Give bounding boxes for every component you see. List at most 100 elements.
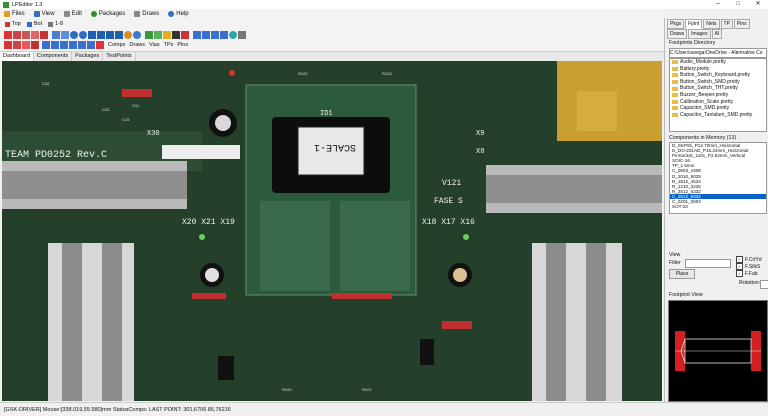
list-item[interactable]: Audio_Module.pretty xyxy=(670,59,766,66)
silk-c32: C32 xyxy=(42,81,50,86)
zoom-out-icon[interactable] xyxy=(79,31,87,39)
pcb-canvas[interactable]: TEAM PD0252 Rev.C X30 V121 FASE S X20 X2… xyxy=(2,61,662,401)
minimize-button[interactable]: – xyxy=(708,0,728,9)
list-item[interactable]: Battery.pretty xyxy=(670,66,766,73)
tab-packages[interactable]: Packages xyxy=(72,52,104,61)
rotation-input[interactable] xyxy=(760,280,768,289)
tab-nets[interactable]: Nets xyxy=(703,19,720,29)
list-item[interactable]: Button_Switch_THT.pretty xyxy=(670,85,766,92)
x-ray-icon[interactable] xyxy=(42,41,50,49)
toggle-comps[interactable]: Comps xyxy=(108,42,125,48)
tab-testpoints[interactable]: TestPoints xyxy=(103,52,136,61)
folder-icon xyxy=(672,86,678,91)
fsilks-checkbox[interactable]: ✓ F.SilkS xyxy=(736,263,760,270)
list-item[interactable]: Capacitor_SMD.pretty xyxy=(670,105,766,112)
layer-bot-icon xyxy=(26,21,32,27)
menu-view[interactable]: View xyxy=(33,10,55,17)
flip-icon[interactable] xyxy=(60,41,68,49)
list-item[interactable]: Buzzer_Beeper.pretty xyxy=(670,92,766,99)
pins-icon[interactable] xyxy=(202,31,210,39)
pcb-icon[interactable] xyxy=(145,31,153,39)
open-file-icon[interactable] xyxy=(13,31,21,39)
ffab-checkbox[interactable]: ✓ F.Fab xyxy=(736,270,758,277)
maximize-button[interactable]: □ xyxy=(728,0,748,9)
mirror-icon[interactable] xyxy=(51,41,59,49)
document-tabs: Dashboard Components Packages TestPoints xyxy=(0,52,664,61)
arrow-up-icon[interactable] xyxy=(106,31,114,39)
close-button[interactable]: ✕ xyxy=(748,0,768,9)
align-left-icon[interactable] xyxy=(52,31,60,39)
tab-ai[interactable]: AI xyxy=(711,29,723,39)
silk-r221: R221 xyxy=(362,387,372,392)
menu-edit[interactable]: Edit xyxy=(63,10,82,17)
grid-icon[interactable] xyxy=(154,31,162,39)
tab-dashboard[interactable]: Dashboard xyxy=(0,52,34,61)
list-item[interactable]: Button_Switch_SMD.pretty xyxy=(670,79,766,86)
list-item[interactable]: Button_Switch_Keyboard.pretty xyxy=(670,72,766,79)
tab-pins[interactable]: Pins xyxy=(733,19,750,29)
arrow-down-icon[interactable] xyxy=(115,31,123,39)
list-item[interactable]: Calibration_Scale.pretty xyxy=(670,99,766,106)
layer-top-button[interactable]: Top xyxy=(12,21,21,27)
align-center-icon[interactable] xyxy=(61,31,69,39)
footprint-path-field[interactable]: C:\Users\avega\OneDrive - Alternative Co xyxy=(669,48,767,58)
toggle-draws[interactable]: Draws xyxy=(129,42,145,48)
view-eye-icon[interactable] xyxy=(229,31,237,39)
fcrtyd-checkbox[interactable]: ✓ F.CrtYd xyxy=(736,256,762,263)
hide-icon[interactable] xyxy=(238,31,246,39)
tab-tp[interactable]: TP xyxy=(720,19,733,29)
components-memory-list[interactable]: D_SKP91_P12.70mm_Horizontal D_DO-201AD_P… xyxy=(669,142,767,214)
search-icon[interactable] xyxy=(220,31,228,39)
status-text: [GSK-DRIVER] Mouse:[338.019,55.980]mm St… xyxy=(4,406,231,413)
footprint-directory-list[interactable]: Audio_Module.pretty Battery.pretty Butto… xyxy=(669,58,767,132)
menu-draws[interactable]: Draws xyxy=(134,10,159,17)
silk-x9: X9 xyxy=(476,130,484,138)
measure-icon[interactable] xyxy=(87,41,95,49)
silk-fase: FASE S xyxy=(434,197,463,206)
list-item[interactable]: SOT-23 xyxy=(670,204,766,209)
folder-icon xyxy=(672,106,678,111)
import-icon[interactable] xyxy=(40,31,48,39)
ai-icon[interactable] xyxy=(211,31,219,39)
zoom-in-icon[interactable] xyxy=(70,31,78,39)
tab-fpint[interactable]: Fpint xyxy=(685,19,703,29)
toggle-tps[interactable]: TPs xyxy=(164,42,174,48)
list-item[interactable]: Capacitor_Tantalum_SMD.pretty xyxy=(670,112,766,119)
toggle-pins[interactable]: Pins xyxy=(177,42,188,48)
menu-files[interactable]: Files xyxy=(4,10,25,17)
silk-r122: R122 xyxy=(298,71,308,76)
menu-help[interactable]: Help xyxy=(168,10,189,17)
layer-range-button[interactable]: 1-8 xyxy=(55,21,63,27)
footprints-directory-label: Footprints Directory xyxy=(669,40,716,46)
tab-draws[interactable]: Draws xyxy=(667,29,688,39)
tab-images[interactable]: Images xyxy=(688,29,711,39)
menu-packages[interactable]: Packages xyxy=(90,10,125,17)
filter-input[interactable] xyxy=(685,259,731,268)
toggle-vias[interactable]: Vias xyxy=(149,42,160,48)
refresh-icon[interactable] xyxy=(133,31,141,39)
highlight-icon[interactable] xyxy=(96,41,104,49)
folder-icon xyxy=(672,80,678,85)
view-bottom-icon[interactable] xyxy=(13,41,21,49)
place-button[interactable]: Place xyxy=(669,269,695,279)
view-side-icon[interactable] xyxy=(31,41,39,49)
silk-v121: V121 xyxy=(442,179,461,188)
settings-icon[interactable] xyxy=(181,31,189,39)
view-both-icon[interactable] xyxy=(22,41,30,49)
rotate-icon[interactable] xyxy=(124,31,132,39)
fit-icon[interactable] xyxy=(78,41,86,49)
layer-icon[interactable] xyxy=(163,31,171,39)
tab-components[interactable]: Components xyxy=(34,52,73,61)
arrow-right-icon[interactable] xyxy=(97,31,105,39)
silk-c11: C11 xyxy=(132,103,140,108)
new-file-icon[interactable] xyxy=(4,31,12,39)
view-top-icon[interactable] xyxy=(4,41,12,49)
arrow-left-icon[interactable] xyxy=(88,31,96,39)
tab-pkgs[interactable]: Pkgs xyxy=(667,19,685,29)
layer-bot-button[interactable]: Bot xyxy=(34,21,42,27)
center-icon[interactable] xyxy=(69,41,77,49)
save-icon[interactable] xyxy=(22,31,30,39)
net-icon[interactable] xyxy=(193,31,201,39)
tp-icon[interactable] xyxy=(172,31,180,39)
export-icon[interactable] xyxy=(31,31,39,39)
